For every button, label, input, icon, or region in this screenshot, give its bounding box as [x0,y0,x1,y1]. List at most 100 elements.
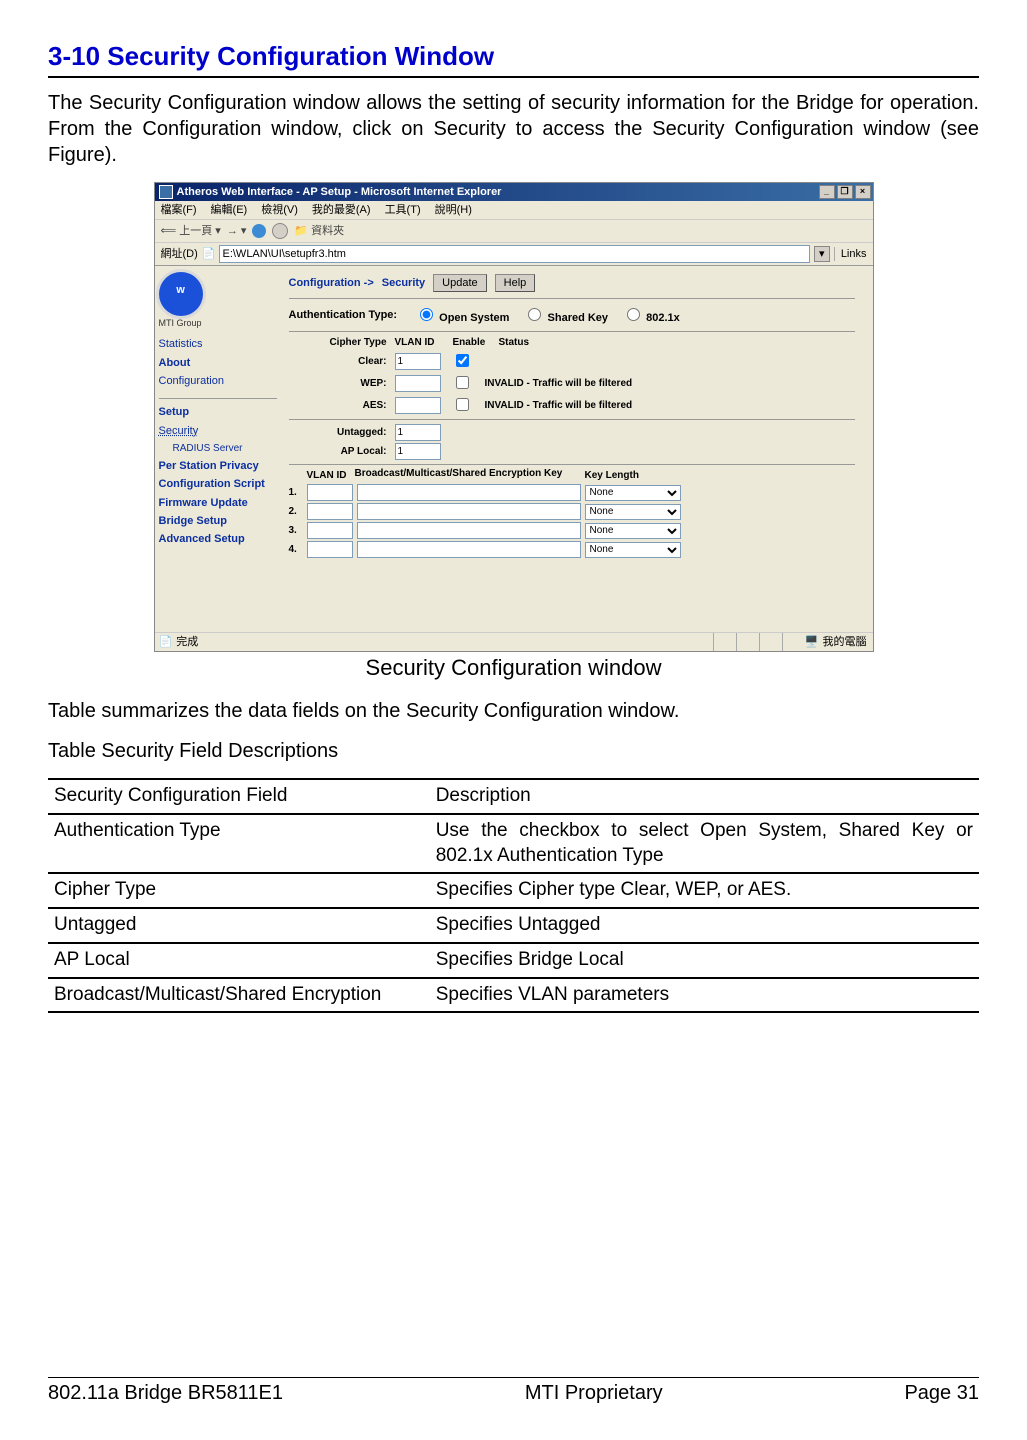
wep-enable-checkbox[interactable] [456,376,469,389]
key-row-num: 2. [289,505,303,518]
logo-icon: ʷ [159,272,203,316]
table-cell-desc: Specifies Bridge Local [430,943,979,978]
close-button[interactable]: × [855,185,871,199]
key-vlan-input[interactable] [307,503,353,520]
clear-vlan-input[interactable] [395,353,441,370]
main-panel: Configuration -> Security Update Help Au… [281,266,873,634]
sidebar-item-about[interactable]: About [159,356,277,370]
key-vlan-input[interactable] [307,541,353,558]
status-done-text: 完成 [176,635,198,649]
sidebar-item-radius[interactable]: RADIUS Server [173,442,277,455]
table-cell-field: Authentication Type [48,814,430,873]
key-length-select[interactable]: None [585,523,681,539]
sidebar-item-bridge-setup[interactable]: Bridge Setup [159,514,277,528]
menu-file[interactable]: 檔案(F) [161,203,197,217]
aes-enable-checkbox[interactable] [456,398,469,411]
update-button[interactable]: Update [433,274,486,292]
key-row: 4.None [289,541,855,558]
menu-favorites[interactable]: 我的最愛(A) [312,203,371,217]
table-row: Authentication TypeUse the checkbox to s… [48,814,979,873]
table-cell-field: Broadcast/Multicast/Shared Encryption [48,978,430,1013]
table-cell-desc: Specifies VLAN parameters [430,978,979,1013]
links-label[interactable]: Links [834,247,867,261]
sidebar-item-security[interactable]: Security [159,424,277,438]
ie-title-bar: Atheros Web Interface - AP Setup - Micro… [155,183,873,201]
crumb-security: Security [382,276,425,290]
maximize-button[interactable]: ❐ [837,185,853,199]
auth-open-system[interactable]: Open System [415,305,509,325]
logo-label: MTI Group [159,318,277,330]
aes-vlan-input[interactable] [395,397,441,414]
refresh-icon[interactable] [272,223,288,239]
address-input[interactable] [219,245,809,263]
untagged-row: Untagged: [289,424,855,441]
sidebar-item-config-script[interactable]: Configuration Script [159,477,277,491]
forward-button[interactable]: → ▾ [227,224,247,238]
auth-8021x[interactable]: 802.1x [622,305,680,325]
key-value-input[interactable] [357,484,581,501]
key-length-select[interactable]: None [585,485,681,501]
key-length-select[interactable]: None [585,504,681,520]
folders-button[interactable]: 📁 資料夾 [294,224,344,238]
fields-table: Security Configuration Field Description… [48,778,979,1013]
page-icon: 📄 [202,247,216,261]
footer-center: MTI Proprietary [525,1380,663,1406]
auth-radio-open[interactable] [420,308,433,321]
section-title: 3-10 Security Configuration Window [48,40,979,74]
status-zone-icon: 🖥️ [805,635,819,649]
key-vlan-input[interactable] [307,484,353,501]
sidebar-item-firmware[interactable]: Firmware Update [159,496,277,510]
minimize-button[interactable]: _ [819,185,835,199]
help-button[interactable]: Help [495,274,536,292]
back-button[interactable]: ⟸ 上一頁 ▾ [161,224,221,238]
key-row-num: 3. [289,524,303,537]
cipher-row-wep: WEP: INVALID - Traffic will be filtered [289,373,855,393]
ie-status-bar: 📄 完成 🖥️ 我的電腦 [155,632,873,651]
key-length-select[interactable]: None [585,542,681,558]
key-value-input[interactable] [357,522,581,539]
ie-toolbar: ⟸ 上一頁 ▾ → ▾ 📁 資料夾 [155,220,873,243]
table-header-row: Security Configuration Field Description [48,779,979,814]
clear-enable-checkbox[interactable] [456,354,469,367]
menu-tools[interactable]: 工具(T) [385,203,421,217]
key-vlan-input[interactable] [307,522,353,539]
table-header-desc: Description [430,779,979,814]
sidebar-item-advanced[interactable]: Advanced Setup [159,532,277,546]
auth-shared-key[interactable]: Shared Key [523,305,608,325]
key-value-input[interactable] [357,503,581,520]
auth-radio-8021x[interactable] [627,308,640,321]
address-dropdown[interactable]: ▾ [814,246,830,262]
intro-paragraph: The Security Configuration window allows… [48,90,979,168]
menu-help[interactable]: 說明(H) [435,203,472,217]
auth-radio-shared[interactable] [528,308,541,321]
footer-left: 802.11a Bridge BR5811E1 [48,1380,283,1406]
crumb-configuration[interactable]: Configuration -> [289,276,374,290]
sidebar-item-setup[interactable]: Setup [159,405,277,419]
cipher-row-clear: Clear: [289,351,855,371]
sidebar-item-per-station[interactable]: Per Station Privacy [159,459,277,473]
table-row: AP LocalSpecifies Bridge Local [48,943,979,978]
aplocal-row: AP Local: [289,443,855,460]
key-value-input[interactable] [357,541,581,558]
breadcrumb: Configuration -> Security Update Help [289,274,855,292]
stop-icon[interactable] [252,224,266,238]
menu-edit[interactable]: 編輯(E) [211,203,248,217]
cipher-row-aes: AES: INVALID - Traffic will be filtered [289,395,855,415]
menu-view[interactable]: 檢視(V) [261,203,298,217]
wep-vlan-input[interactable] [395,375,441,392]
table-title: Table Security Field Descriptions [48,738,979,764]
table-cell-field: Untagged [48,908,430,943]
table-cell-desc: Specifies Cipher type Clear, WEP, or AES… [430,873,979,908]
key-row: 1.None [289,484,855,501]
ie-icon [159,185,173,199]
untagged-input[interactable] [395,424,441,441]
key-header: VLAN ID Broadcast/Multicast/Shared Encry… [289,469,855,482]
status-done-icon: 📄 [159,635,173,649]
sidebar-item-statistics[interactable]: Statistics [159,337,277,351]
aplocal-input[interactable] [395,443,441,460]
key-row: 2. None [289,503,855,520]
table-cell-desc: Specifies Untagged [430,908,979,943]
sidebar-item-configuration[interactable]: Configuration [159,374,277,388]
ie-menu-bar: 檔案(F) 編輯(E) 檢視(V) 我的最愛(A) 工具(T) 說明(H) [155,201,873,220]
sidebar: ʷ MTI Group Statistics About Configurati… [155,266,281,634]
